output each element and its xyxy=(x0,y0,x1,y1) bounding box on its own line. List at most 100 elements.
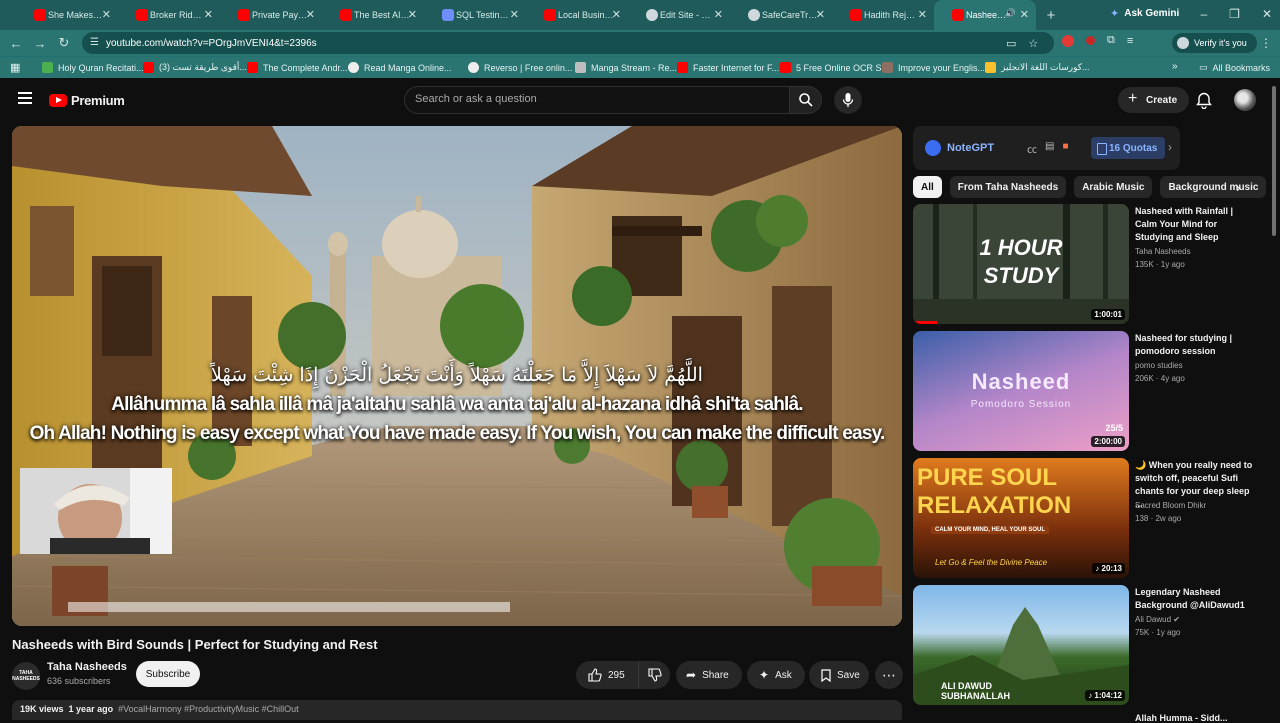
close-window-icon[interactable]: ✕ xyxy=(1262,7,1272,21)
back-icon[interactable]: ← xyxy=(4,36,28,51)
recommended-video[interactable]: ALI DAWUD SUBHANALLAH ♪ 1:04:12 Legendar… xyxy=(913,585,1253,705)
browser-tab[interactable]: Edit Site - Safe ✕ xyxy=(628,0,730,30)
browser-tab[interactable]: Private Pay NE ✕ xyxy=(220,0,322,30)
profile-verify-button[interactable]: Verify it's you xyxy=(1172,33,1257,53)
video-thumbnail[interactable]: 1 HOUR STUDY 1:00:01 xyxy=(913,204,1129,324)
chip-all[interactable]: All xyxy=(913,176,942,198)
like-button[interactable]: 295 xyxy=(576,661,638,689)
close-tab-icon[interactable]: ✕ xyxy=(408,8,417,21)
search-button[interactable] xyxy=(790,86,822,114)
save-label: Save xyxy=(837,669,860,681)
bookmark-item[interactable]: Read Manga Online... xyxy=(348,62,452,73)
hashtags[interactable]: #VocalHarmony #ProductivityMusic #ChillO… xyxy=(118,704,299,714)
filter-chips: All From Taha Nasheeds Arabic Music Back… xyxy=(913,176,1267,198)
chevron-right-icon[interactable]: › xyxy=(1236,180,1240,195)
close-tab-icon[interactable]: ✕ xyxy=(1020,8,1029,21)
ask-gemini-button[interactable]: ✦ Ask Gemini xyxy=(1110,7,1179,20)
apps-grid-icon[interactable]: ▦ xyxy=(10,61,20,74)
cast-icon[interactable]: ▭ xyxy=(1006,37,1016,50)
bookmark-label: Faster Internet for F... xyxy=(693,62,780,73)
browser-menu-icon[interactable]: ⋮ xyxy=(1260,36,1272,50)
document-icon[interactable]: ▤ xyxy=(1045,141,1054,156)
channel-name[interactable]: Taha Nasheeds xyxy=(47,661,127,673)
bookmark-label: كورسات اللغة الانجليز... xyxy=(1001,62,1090,72)
video-player[interactable]: اللَّهُمَّ لاَ سَهْلاَ إِلاَّ مَا جَعَلْ… xyxy=(12,126,902,626)
menu-icon[interactable] xyxy=(18,92,32,104)
reload-icon[interactable]: ↻ xyxy=(52,35,76,51)
channel-avatar[interactable]: TAHA NASHEEDS xyxy=(12,662,40,690)
minimize-icon[interactable]: – xyxy=(1200,7,1207,21)
browser-tab[interactable]: The Best AI Sid ✕ xyxy=(322,0,424,30)
notegpt-name[interactable]: NoteGPT xyxy=(947,142,994,154)
extensions-puzzle-icon[interactable]: ⧉ xyxy=(1107,34,1115,47)
account-avatar[interactable] xyxy=(1234,89,1256,111)
close-tab-icon[interactable]: ✕ xyxy=(306,8,315,21)
notegpt-logo-icon xyxy=(925,140,941,156)
bookmark-item[interactable]: (3) أقوى طريقة تست... xyxy=(143,62,247,73)
browser-tab[interactable]: Hadith Rejector ✕ xyxy=(832,0,934,30)
voice-search-button[interactable] xyxy=(834,86,862,114)
extension-icon[interactable] xyxy=(1062,34,1074,47)
media-control-icon[interactable]: ≡ xyxy=(1127,35,1133,47)
notifications-bell-icon[interactable] xyxy=(1196,92,1212,109)
video-thumbnail[interactable]: Nasheed Pomodoro Session 25/5 2:00:00 xyxy=(913,331,1129,451)
captions-icon[interactable]: ㏄ xyxy=(1027,141,1037,156)
close-tab-icon[interactable]: ✕ xyxy=(918,8,927,21)
youtube-logo[interactable]: Premium xyxy=(49,93,125,108)
recommended-video[interactable]: Nasheed Pomodoro Session 25/5 2:00:00 Na… xyxy=(913,331,1253,451)
close-tab-icon[interactable]: ✕ xyxy=(102,8,111,21)
address-bar[interactable]: ☰ youtube.com/watch?v=POrgJmVENI4&t=2396… xyxy=(82,32,1054,54)
ask-button[interactable]: ✦ Ask xyxy=(747,661,805,689)
subscribe-button[interactable]: Subscribe xyxy=(136,661,200,687)
thumbnail-title: 1 HOUR STUDY xyxy=(979,235,1063,288)
channel-text: Ali Dawud xyxy=(1135,615,1172,624)
site-info-icon[interactable]: ☰ xyxy=(90,37,99,48)
search-input[interactable]: Search or ask a question xyxy=(404,86,790,114)
video-thumbnail[interactable]: ALI DAWUD SUBHANALLAH ♪ 1:04:12 xyxy=(913,585,1129,705)
browser-tab[interactable]: Local Business ✕ xyxy=(526,0,628,30)
all-bookmarks-button[interactable]: ▭ All Bookmarks xyxy=(1199,62,1270,73)
description-box[interactable]: 19K views 1 year ago #VocalHarmony #Prod… xyxy=(12,700,902,720)
scrollbar[interactable] xyxy=(1272,86,1276,236)
browser-tab-active[interactable]: Nasheeds w 🔊 ✕ xyxy=(934,0,1036,30)
chip-from-channel[interactable]: From Taha Nasheeds xyxy=(949,176,1067,198)
recommended-video[interactable]: 1 HOUR STUDY 1:00:01 Nasheed with Rainfa… xyxy=(913,204,1253,324)
bookmark-star-icon[interactable]: ☆ xyxy=(1028,37,1038,50)
dislike-button[interactable] xyxy=(638,661,670,689)
close-tab-icon[interactable]: ✕ xyxy=(204,8,213,21)
bookmark-item[interactable]: Manga Stream - Re... xyxy=(575,62,677,73)
share-button[interactable]: ➦ Share xyxy=(676,661,742,689)
create-label: Create xyxy=(1146,94,1178,106)
browser-tab[interactable]: She Makes $10 ✕ xyxy=(0,0,118,30)
bookmark-item[interactable]: Faster Internet for F... xyxy=(677,62,779,73)
bookmark-item[interactable]: كورسات اللغة الانجليز... xyxy=(985,62,1090,73)
create-button[interactable]: + Create xyxy=(1118,87,1190,113)
chip-arabic-music[interactable]: Arabic Music xyxy=(1074,176,1153,198)
browser-tab[interactable]: SafeCareTrans ✕ xyxy=(730,0,832,30)
bookmark-item[interactable]: The Complete Andr... xyxy=(247,62,348,73)
save-button[interactable]: Save xyxy=(809,661,869,689)
new-tab-button[interactable]: + xyxy=(1040,7,1062,24)
extension-icon[interactable] xyxy=(1086,36,1095,45)
recommended-video[interactable]: PURE SOUL RELAXATION CALM YOUR MIND, HEA… xyxy=(913,458,1253,578)
browser-tab[interactable]: Broker Rides w ✕ xyxy=(118,0,220,30)
chip-background-music[interactable]: Background music xyxy=(1160,176,1267,198)
quota-badge[interactable]: 16 Quotas xyxy=(1091,137,1166,159)
video-thumbnail[interactable]: PURE SOUL RELAXATION CALM YOUR MIND, HEA… xyxy=(913,458,1129,578)
close-tab-icon[interactable]: ✕ xyxy=(714,8,723,21)
gift-icon[interactable]: ■ xyxy=(1062,141,1068,156)
bookmark-item[interactable]: Holy Quran Recitati... xyxy=(42,62,144,73)
close-tab-icon[interactable]: ✕ xyxy=(816,8,825,21)
forward-icon[interactable]: → xyxy=(28,36,52,51)
browser-tab[interactable]: SQL Testing an ✕ xyxy=(424,0,526,30)
bookmark-item[interactable]: Reverso | Free onlin... xyxy=(468,62,572,73)
bookmark-item[interactable]: Improve your Englis... xyxy=(882,62,985,73)
bookmark-item[interactable]: 5 Free Online OCR S... xyxy=(780,62,889,73)
speaker-icon[interactable]: 🔊 xyxy=(1005,8,1016,19)
chevron-right-icon[interactable]: › xyxy=(1168,140,1172,154)
close-tab-icon[interactable]: ✕ xyxy=(612,8,621,21)
more-actions-button[interactable]: ⋯ xyxy=(875,661,903,689)
close-tab-icon[interactable]: ✕ xyxy=(510,8,519,21)
more-bookmarks-icon[interactable]: » xyxy=(1172,61,1178,72)
restore-icon[interactable]: ❐ xyxy=(1229,7,1240,21)
